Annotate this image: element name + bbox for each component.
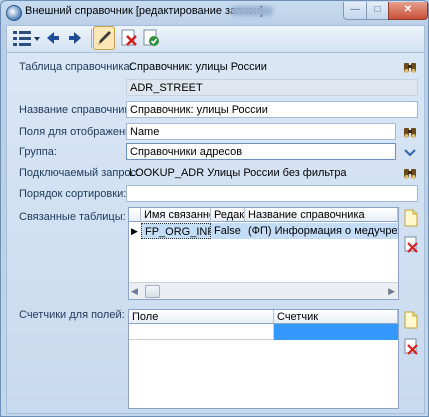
counter-value-cell[interactable] bbox=[274, 324, 398, 340]
title-bar[interactable]: Внешний справочник [редактирование запис… bbox=[1, 1, 428, 23]
scroll-left-arrow[interactable]: ◀ bbox=[131, 286, 138, 297]
table-label: Таблица справочника: bbox=[19, 61, 133, 73]
table-value: Справочник: улицы России bbox=[129, 61, 267, 73]
minimize-button[interactable]: — bbox=[343, 2, 367, 20]
column-header[interactable]: Название справочника bbox=[245, 208, 398, 222]
scroll-right-arrow[interactable]: ▶ bbox=[388, 286, 395, 297]
current-row-marker: ▶ bbox=[131, 226, 138, 236]
counter-field-cell[interactable] bbox=[129, 324, 274, 340]
delete-row-icon[interactable] bbox=[404, 236, 418, 254]
fields-input[interactable]: Name bbox=[126, 123, 396, 140]
query-label: Подключаемый запрос: bbox=[19, 167, 140, 179]
name-label: Название справочника: bbox=[19, 104, 139, 116]
column-header[interactable]: Счетчик bbox=[274, 310, 398, 324]
form-panel: Таблица справочника: Справочник: улицы Р… bbox=[6, 52, 425, 414]
toolbar-separator bbox=[91, 29, 92, 48]
cancel-edit-icon[interactable] bbox=[119, 28, 139, 48]
chevron-down-icon[interactable] bbox=[403, 146, 417, 160]
view-menu-icon[interactable] bbox=[11, 28, 41, 48]
edit-pencil-icon[interactable] bbox=[93, 26, 115, 50]
related-label: Связанные таблицы: bbox=[19, 211, 126, 223]
counters-grid[interactable]: Поле Счетчик bbox=[128, 309, 399, 409]
sort-label: Порядок сортировки: bbox=[19, 188, 127, 200]
horizontal-scrollbar[interactable]: ◀ ▶ bbox=[129, 282, 398, 299]
scrollbar-thumb[interactable] bbox=[145, 285, 160, 298]
grid-corner bbox=[129, 208, 141, 222]
toolbar bbox=[6, 25, 425, 53]
close-button[interactable]: ✕ bbox=[388, 2, 428, 20]
related-tables-grid[interactable]: Имя связанной Редакт Название справочник… bbox=[128, 207, 399, 300]
maximize-button[interactable]: □ bbox=[366, 2, 389, 20]
column-header[interactable]: Поле bbox=[129, 310, 274, 324]
lookup-fields-icon[interactable] bbox=[403, 125, 417, 139]
sort-input[interactable] bbox=[126, 185, 418, 202]
arrow-right-icon[interactable] bbox=[67, 28, 83, 48]
add-counter-icon[interactable] bbox=[404, 311, 418, 329]
name-input[interactable]: Справочник: улицы России bbox=[126, 101, 418, 118]
table-db-name: ADR_STREET bbox=[126, 79, 418, 96]
title-redacted-text bbox=[231, 6, 273, 16]
delete-counter-icon[interactable] bbox=[404, 338, 418, 356]
column-header[interactable]: Редакт bbox=[211, 208, 245, 222]
arrow-left-icon[interactable] bbox=[45, 28, 61, 48]
lookup-table-icon[interactable] bbox=[403, 60, 417, 74]
group-select[interactable]: Справочники адресов bbox=[126, 143, 396, 160]
add-row-icon[interactable] bbox=[404, 209, 418, 227]
lookup-query-icon[interactable] bbox=[403, 166, 417, 180]
dialog-window: Внешний справочник [редактирование запис… bbox=[0, 0, 429, 417]
row-cell-title[interactable]: (ФП) Информация о медучреждении bbox=[245, 223, 398, 239]
group-label: Группа: bbox=[19, 146, 57, 158]
row-cell-editable[interactable]: False bbox=[211, 223, 245, 239]
fields-label: Поля для отображения: bbox=[19, 126, 141, 138]
column-header[interactable]: Имя связанной bbox=[141, 208, 211, 222]
row-cell-name[interactable]: FP_ORG_INFO bbox=[141, 223, 211, 239]
window-title: Внешний справочник [редактирование запис… bbox=[25, 5, 264, 17]
counters-label: Счетчики для полей: bbox=[19, 309, 125, 321]
query-value: LOOKUP_ADR Улицы России без фильтра bbox=[129, 167, 347, 179]
app-icon bbox=[6, 5, 22, 21]
save-record-icon[interactable] bbox=[141, 28, 161, 48]
